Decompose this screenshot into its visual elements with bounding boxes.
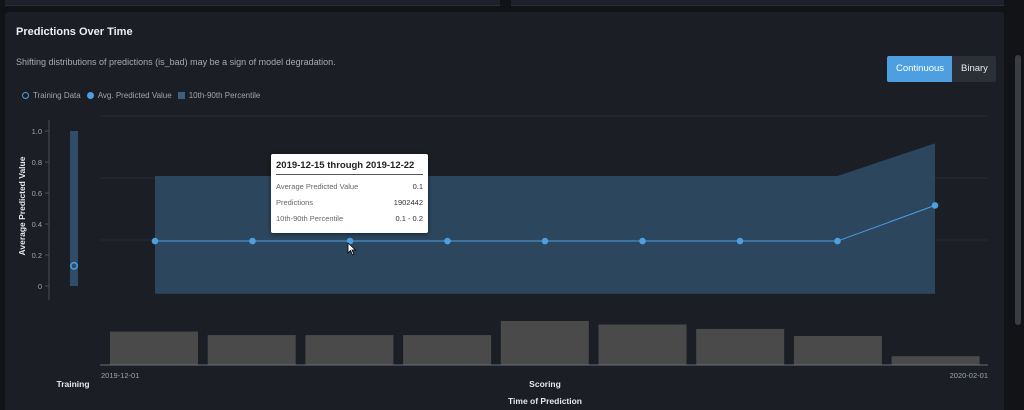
volume-bar bbox=[110, 331, 198, 365]
tooltip-row: Predictions 1902442 bbox=[276, 198, 423, 207]
y-tick-label: 0.2 bbox=[32, 251, 42, 260]
data-point-tooltip: 2019-12-15 through 2019-12-22 Average Pr… bbox=[271, 154, 428, 233]
tooltip-row-label: Average Predicted Value bbox=[276, 182, 359, 191]
volume-bar bbox=[500, 321, 589, 365]
y-tick-label: 0 bbox=[38, 282, 42, 291]
tooltip-row-value: 1902442 bbox=[393, 198, 423, 207]
training-series bbox=[70, 131, 78, 286]
volume-bar bbox=[403, 335, 492, 365]
tooltip-title: 2019-12-15 through 2019-12-22 bbox=[276, 160, 423, 175]
training-avg-point bbox=[70, 261, 78, 270]
x-start-label: 2019-12-01 bbox=[101, 371, 139, 380]
tooltip-row-value: 0.1 - 0.2 bbox=[395, 214, 423, 223]
volume-bar bbox=[696, 328, 785, 365]
x-axis-label: Time of Prediction bbox=[508, 396, 582, 406]
volume-bar bbox=[207, 335, 296, 365]
y-tick-label: 0.8 bbox=[32, 158, 42, 167]
avg-point bbox=[151, 237, 159, 245]
avg-point bbox=[249, 237, 256, 245]
tooltip-row: 10th-90th Percentile 0.1 - 0.2 bbox=[276, 214, 423, 223]
avg-point bbox=[736, 237, 744, 245]
volume-bar bbox=[793, 335, 882, 365]
volume-bar bbox=[891, 356, 980, 365]
tooltip-row-value: 0.1 bbox=[412, 182, 423, 191]
tooltip-row-label: Predictions bbox=[276, 198, 314, 207]
avg-point bbox=[444, 237, 451, 245]
avg-point bbox=[931, 202, 939, 209]
predictions-chart: 1.0 0.8 0.6 0.4 0.2 0 Average Predicted Value… bbox=[17, 115, 988, 406]
avg-point bbox=[541, 237, 549, 245]
y-tick-label: 0.6 bbox=[32, 189, 42, 198]
training-label: Training bbox=[56, 379, 89, 389]
vertical-scrollbar[interactable] bbox=[1015, 55, 1021, 325]
y-tick-label: 1.0 bbox=[32, 127, 42, 136]
avg-point bbox=[639, 237, 646, 245]
avg-point bbox=[834, 237, 841, 245]
y-tick-label: 0.4 bbox=[32, 220, 42, 229]
tooltip-row-label: 10th-90th Percentile bbox=[276, 214, 344, 223]
y-axis-label: Average Predicted Value bbox=[17, 156, 27, 255]
volume-bars bbox=[110, 321, 980, 365]
y-axis: 1.0 0.8 0.6 0.4 0.2 0 bbox=[32, 120, 50, 300]
volume-bar bbox=[598, 324, 687, 365]
mouse-pointer-icon bbox=[347, 242, 357, 256]
tooltip-row: Average Predicted Value 0.1 bbox=[276, 182, 423, 191]
volume-bar bbox=[305, 335, 394, 365]
x-end-label: 2020-02-01 bbox=[950, 371, 988, 380]
scoring-label: Scoring bbox=[529, 379, 561, 389]
